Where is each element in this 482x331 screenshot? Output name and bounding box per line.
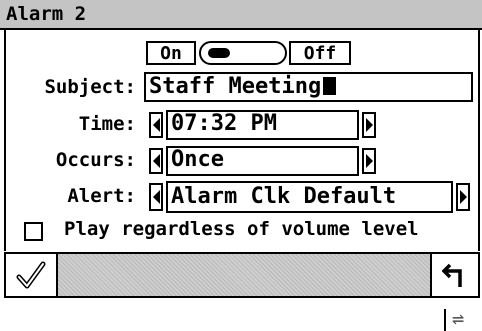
switch-knob [208, 48, 230, 58]
window-title: Alarm 2 [6, 3, 87, 25]
off-button[interactable]: Off [289, 41, 351, 65]
right-arrow-icon [365, 154, 373, 168]
text-cursor [323, 77, 337, 95]
left-arrow-icon [152, 118, 160, 132]
subject-field[interactable]: Staff Meeting [144, 72, 473, 102]
command-bar [4, 252, 480, 298]
checkmark-icon [16, 261, 46, 289]
ok-button[interactable] [6, 254, 58, 296]
occurs-field[interactable]: Once [166, 146, 359, 176]
time-next-arrow[interactable] [362, 112, 376, 138]
back-button[interactable] [430, 254, 478, 296]
alert-next-arrow[interactable] [456, 183, 470, 211]
time-field[interactable]: 07:32 PM [166, 110, 359, 140]
left-arrow-icon [152, 154, 160, 168]
on-button[interactable]: On [146, 41, 196, 65]
return-arrow-icon [442, 263, 462, 287]
left-arrow-icon [152, 190, 160, 204]
right-arrow-icon [365, 118, 373, 132]
right-arrow-icon [459, 190, 467, 204]
subject-value: Staff Meeting [149, 74, 322, 99]
subject-label: Subject: [44, 76, 136, 98]
window-title-bar: Alarm 2 [0, 0, 482, 30]
alert-field[interactable]: Alarm Clk Default [166, 181, 453, 213]
play-regardless-checkbox[interactable] [24, 222, 43, 241]
alert-label: Alert: [67, 185, 136, 207]
time-prev-arrow[interactable] [149, 112, 163, 138]
status-separator [444, 309, 446, 331]
status-bar [0, 298, 482, 331]
sync-arrows-icon[interactable]: ⇌ [452, 306, 464, 330]
alert-prev-arrow[interactable] [149, 183, 163, 211]
play-regardless-label: Play regardless of volume level [64, 218, 419, 240]
on-off-switch[interactable] [199, 41, 287, 65]
occurs-next-arrow[interactable] [362, 148, 376, 174]
time-label: Time: [78, 113, 136, 135]
occurs-label: Occurs: [55, 149, 136, 171]
occurs-prev-arrow[interactable] [149, 148, 163, 174]
